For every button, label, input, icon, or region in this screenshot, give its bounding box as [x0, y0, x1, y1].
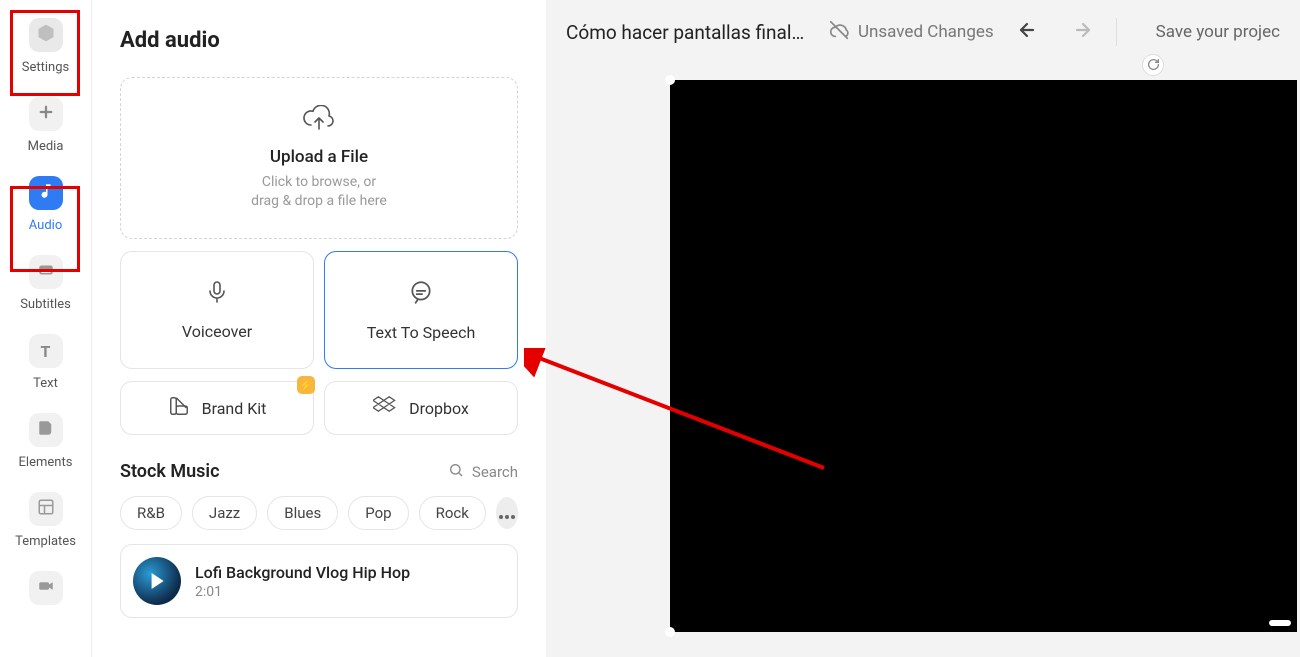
sidebar-item-media[interactable]: Media: [12, 97, 80, 154]
genre-chip[interactable]: Rock: [419, 496, 486, 530]
speech-bubble-icon: [408, 279, 434, 309]
sync-status-badge[interactable]: [1142, 54, 1164, 76]
sync-icon: [1147, 56, 1160, 75]
resize-handle[interactable]: [1269, 620, 1291, 626]
sidebar-item-record[interactable]: [12, 571, 80, 605]
subtitles-icon: [37, 261, 55, 283]
sidebar-item-audio[interactable]: Audio: [12, 176, 80, 233]
sidebar-item-label: Subtitles: [20, 297, 71, 312]
sidebar-item-text[interactable]: T Text: [12, 334, 80, 391]
upload-sub: Click to browse, ordrag & drop a file he…: [251, 173, 387, 211]
project-title[interactable]: Cómo hacer pantallas final...: [566, 21, 806, 44]
hexagon-icon: [36, 23, 56, 47]
text-to-speech-card[interactable]: Text To Speech: [324, 251, 518, 369]
genre-chip[interactable]: Jazz: [192, 496, 257, 530]
stock-music-title: Stock Music: [120, 461, 219, 482]
track-title: Lofi Background Vlog Hip Hop: [195, 563, 410, 582]
sidebar-item-subtitles[interactable]: Subtitles: [12, 255, 80, 312]
music-note-icon: [37, 182, 55, 204]
redo-icon: [1067, 20, 1093, 44]
topbar: Cómo hacer pantallas final... Unsaved Ch…: [546, 0, 1300, 64]
track-duration: 2:01: [195, 584, 410, 600]
sidebar-item-label: Media: [28, 139, 64, 154]
genre-chip[interactable]: Pop: [348, 496, 408, 530]
video-canvas[interactable]: [670, 80, 1297, 632]
canvas-area: Cómo hacer pantallas final... Unsaved Ch…: [546, 0, 1300, 657]
search-icon: [448, 462, 464, 482]
cloud-upload-icon: [302, 105, 336, 137]
swatches-icon: [168, 395, 190, 421]
voiceover-card[interactable]: Voiceover: [120, 251, 314, 369]
card-label: Text To Speech: [367, 323, 476, 342]
resize-handle[interactable]: [665, 627, 675, 637]
sticker-icon: [37, 419, 55, 441]
panel-title: Add audio: [120, 28, 518, 53]
add-audio-panel: Add audio Upload a File Click to browse,…: [92, 0, 546, 657]
sidebar-item-label: Audio: [29, 218, 62, 233]
sidebar-item-settings[interactable]: Settings: [12, 18, 80, 75]
sidebar: Settings Media Audio: [0, 0, 92, 657]
dropbox-icon: [373, 395, 397, 421]
stock-track-row[interactable]: Lofi Background Vlog Hip Hop 2:01: [120, 544, 518, 618]
stock-search-button[interactable]: Search: [448, 462, 518, 482]
track-artwork[interactable]: [133, 557, 181, 605]
play-icon: [152, 573, 164, 589]
card-label: Voiceover: [182, 322, 252, 341]
dropbox-card[interactable]: Dropbox: [324, 381, 518, 435]
card-label: Dropbox: [409, 399, 469, 418]
cloud-off-icon: [828, 19, 850, 46]
genre-chip[interactable]: R&B: [120, 496, 182, 530]
card-label: Brand Kit: [202, 399, 267, 418]
more-genres-button[interactable]: [496, 497, 518, 529]
plus-icon: [37, 103, 55, 125]
undo-icon: [1017, 20, 1043, 44]
bolt-badge-icon: ⚡: [297, 376, 315, 394]
camera-icon: [37, 577, 55, 599]
undo-button[interactable]: [1016, 18, 1044, 46]
brand-kit-card[interactable]: ⚡ Brand Kit: [120, 381, 314, 435]
resize-handle[interactable]: [665, 75, 675, 85]
save-project-hint[interactable]: Save your projec: [1156, 22, 1280, 42]
unsaved-label: Unsaved Changes: [858, 22, 994, 42]
sidebar-item-label: Elements: [19, 455, 73, 470]
layout-icon: [37, 498, 55, 520]
upload-title: Upload a File: [270, 147, 368, 167]
redo-button[interactable]: [1066, 18, 1094, 46]
genre-chip[interactable]: Blues: [267, 496, 338, 530]
dots-icon: [499, 504, 515, 523]
sidebar-item-label: Templates: [15, 534, 76, 549]
genre-chips: R&B Jazz Blues Pop Rock: [120, 496, 518, 530]
sidebar-item-templates[interactable]: Templates: [12, 492, 80, 549]
sidebar-item-label: Settings: [22, 60, 69, 75]
sidebar-item-label: Text: [33, 376, 58, 391]
search-label: Search: [472, 463, 518, 481]
upload-file-dropzone[interactable]: Upload a File Click to browse, ordrag & …: [120, 77, 518, 239]
sidebar-item-elements[interactable]: Elements: [12, 413, 80, 470]
text-icon: T: [41, 342, 51, 361]
unsaved-indicator: Unsaved Changes: [828, 19, 994, 46]
microphone-icon: [205, 280, 229, 308]
